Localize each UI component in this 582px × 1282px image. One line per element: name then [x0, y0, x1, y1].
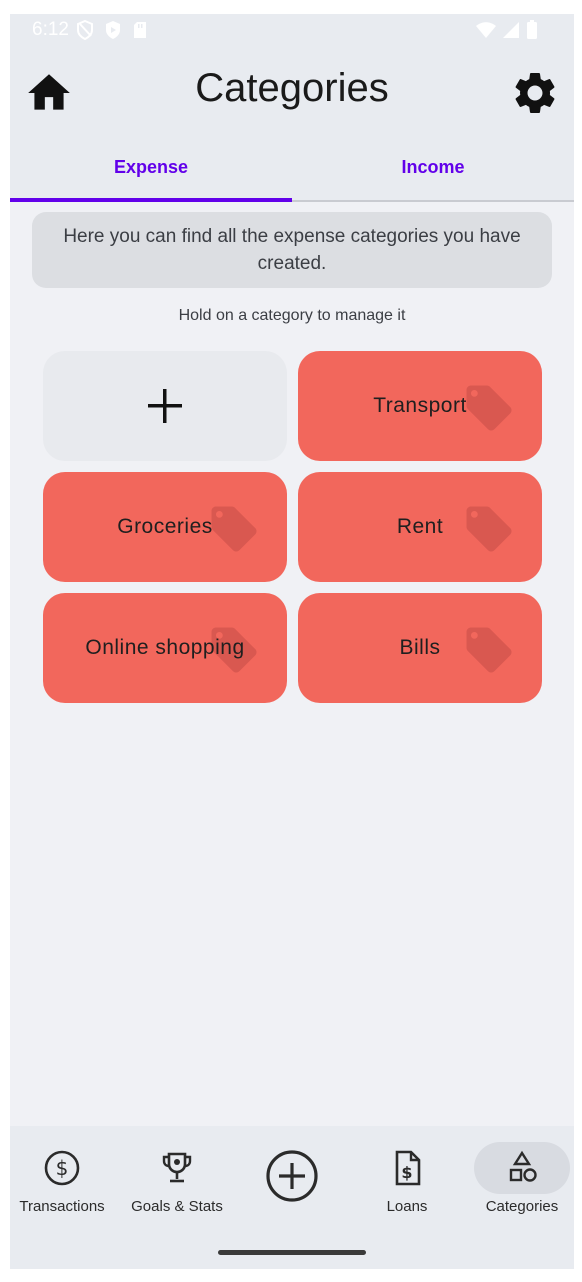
category-tile-online-shopping[interactable]: Online shopping [43, 593, 287, 703]
category-label: Rent [396, 515, 444, 538]
signal-icon [503, 22, 519, 38]
svg-text:$: $ [56, 1156, 69, 1180]
category-tile-rent[interactable]: Rent [298, 472, 542, 582]
nav-label: Categories [485, 1198, 559, 1215]
category-tile-bills[interactable]: Bills [298, 593, 542, 703]
nav-label: Loans [386, 1198, 428, 1215]
sd-card-icon [134, 22, 146, 38]
svg-text:$: $ [401, 1163, 412, 1182]
gear-icon [515, 72, 555, 113]
dollar-circle-icon: $ [44, 1150, 80, 1186]
category-tile-transport[interactable]: Transport [298, 351, 542, 461]
gesture-handle [218, 1250, 366, 1255]
nav-item-loans[interactable]: $ Loans [351, 1140, 463, 1220]
shield-icon [77, 20, 93, 40]
battery-icon [527, 20, 537, 39]
app-screen: 6:12 Categories Expense Income Here you … [10, 14, 574, 1269]
category-label: Transport [373, 394, 467, 417]
nav-item-goals-stats[interactable]: Goals & Stats [121, 1140, 233, 1220]
tab-bar: Expense Income [10, 144, 574, 202]
info-message: Here you can find all the expense catego… [32, 212, 552, 288]
tab-indicator [10, 198, 292, 202]
invoice-icon: $ [395, 1150, 421, 1186]
wifi-icon [476, 22, 496, 38]
trophy-icon [162, 1152, 192, 1183]
status-time: 6:12 [32, 19, 69, 40]
shapes-icon [509, 1150, 537, 1182]
add-circle-icon [266, 1150, 318, 1202]
plus-icon [148, 389, 182, 423]
page-title: Categories [195, 66, 389, 110]
nav-label: Goals & Stats [131, 1198, 223, 1215]
status-bar: 6:12 [10, 14, 574, 48]
category-label: Bills [399, 636, 441, 659]
tab-expense[interactable]: Expense [10, 144, 292, 200]
bottom-navigation: $ Transactions Goals & Stats $ Loans Cat… [10, 1126, 574, 1269]
category-label: Groceries [117, 515, 213, 538]
tab-income[interactable]: Income [292, 144, 574, 200]
add-transaction-button[interactable] [264, 1148, 320, 1204]
add-category-tile[interactable] [43, 351, 287, 461]
category-label: Online shopping [85, 636, 245, 659]
nav-label: Transactions [19, 1198, 105, 1215]
hint-text: Hold on a category to manage it [178, 307, 406, 324]
nav-item-categories[interactable]: Categories [466, 1140, 574, 1220]
category-tile-groceries[interactable]: Groceries [43, 472, 287, 582]
settings-button[interactable] [510, 68, 560, 118]
nav-item-transactions[interactable]: $ Transactions [10, 1140, 118, 1220]
play-protect-icon [106, 21, 120, 39]
